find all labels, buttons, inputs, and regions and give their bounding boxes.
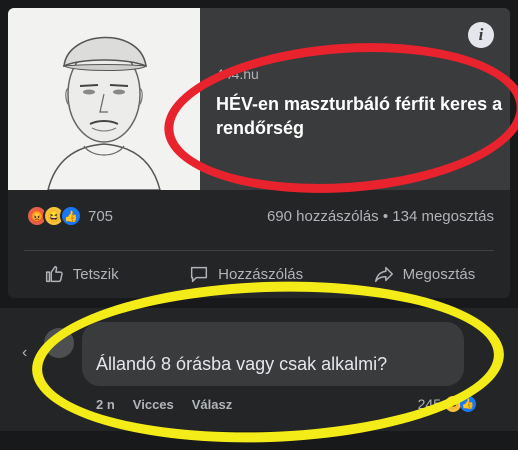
avatar[interactable] (44, 328, 74, 358)
comment-funny-reaction[interactable]: Vicces (133, 397, 174, 412)
post-stats: 😡 😆 👍 705 690 hozzászólás • 134 megosztá… (8, 190, 510, 242)
comment-meta: 2 n Vicces Válasz 245 😆 👍 (96, 396, 476, 412)
suspect-sketch-image (8, 8, 200, 191)
thumbs-up-icon (45, 265, 63, 283)
comment-reactions[interactable]: 245 😆 👍 (418, 396, 476, 412)
chevron-left-icon[interactable]: ‹ (22, 344, 27, 362)
like-button[interactable]: Tetszik (43, 263, 119, 285)
comment-reaction-count: 245 (417, 396, 441, 412)
share-icon (374, 266, 393, 283)
comment-button-label: Hozzászólás (218, 265, 304, 283)
like-button-label: Tetszik (72, 265, 119, 283)
link-domain: 444.hu (216, 66, 259, 82)
sketch-drawing (47, 36, 161, 191)
comment-reply-button[interactable]: Válasz (192, 397, 232, 412)
post-actions: Tetszik Hozzászólás Megosztás (8, 256, 510, 292)
info-icon[interactable]: i (468, 22, 494, 48)
haha-icon: 😆 (445, 396, 461, 412)
like-icon: 👍 (460, 396, 476, 412)
share-button[interactable]: Megosztás (373, 263, 476, 285)
share-button-label: Megosztás (402, 265, 476, 283)
comment-text: Állandó 8 órásba vagy csak alkalmi? (96, 354, 388, 374)
link-headline[interactable]: HÉV-en maszturbáló férfit keres a rendőr… (216, 92, 506, 140)
divider (24, 250, 494, 251)
reaction-count: 705 (88, 207, 114, 225)
comment-button[interactable]: Hozzászólás (188, 263, 303, 285)
reaction-summary[interactable]: 😡 😆 👍 705 (26, 205, 113, 227)
like-icon: 👍 (60, 205, 82, 227)
comment-icon (191, 266, 208, 283)
comment-section: ‹ Állandó 8 órásba vagy csak alkalmi? 2 … (0, 308, 518, 431)
link-preview-body: i 444.hu HÉV-en maszturbáló férfit keres… (200, 8, 510, 190)
comment-age: 2 n (96, 396, 115, 412)
comments-shares-count[interactable]: 690 hozzászólás • 134 megosztás (267, 208, 494, 225)
link-preview[interactable]: i 444.hu HÉV-en maszturbáló férfit keres… (8, 8, 510, 191)
